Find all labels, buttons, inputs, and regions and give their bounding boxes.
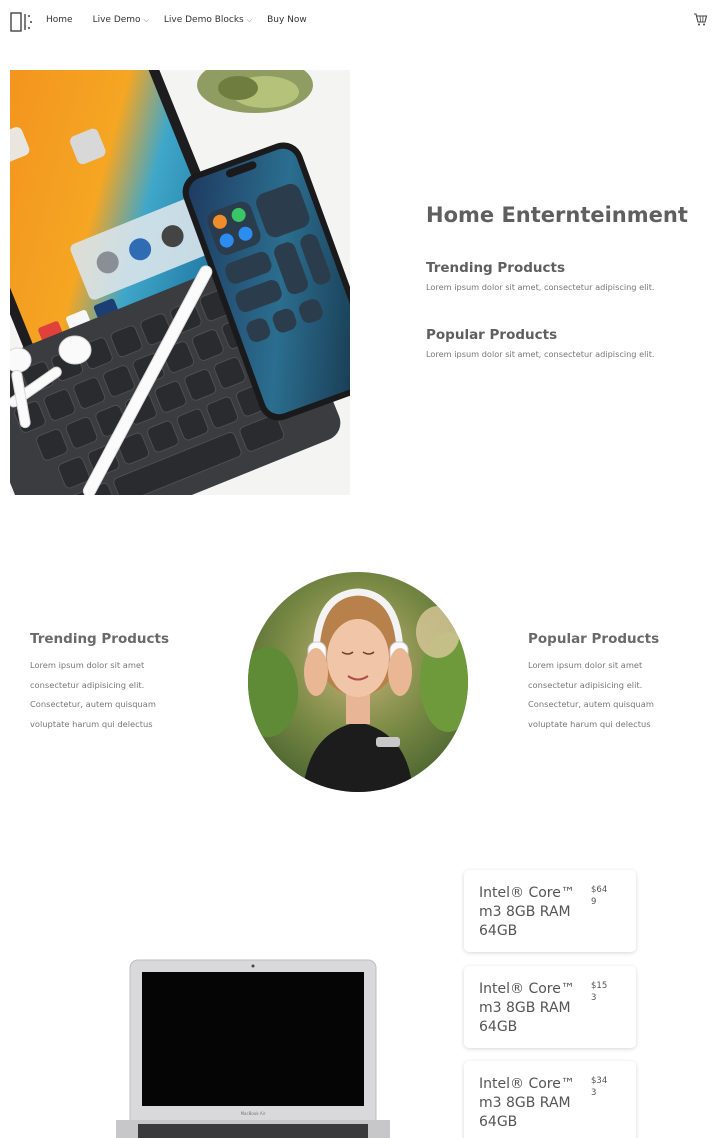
text-line: Consectetur, autem quisquam	[30, 699, 156, 709]
hero-title: Home Enternteinment	[426, 203, 688, 227]
feature-text: Lorem ipsum dolor sit amet, consectetur …	[426, 349, 655, 359]
text-line: Consectetur, autem quisquam	[528, 699, 654, 709]
text-line: consectetur adipisicing elit.	[30, 679, 145, 690]
chevron-down-icon: ⌵	[143, 15, 149, 24]
nav-buy-now-label: Buy Now	[267, 15, 307, 25]
logo-icon[interactable]	[10, 12, 34, 32]
product-card[interactable]: Intel® Core™ m3 8GB RAM 64GB $649	[464, 870, 636, 952]
showcase-left-title: Trending Products	[30, 631, 170, 647]
product-name: Intel® Core™ m3 8GB RAM 64GB	[479, 1076, 575, 1130]
text-line: consectetur adipisicing elit.	[528, 679, 643, 690]
showcase-right-title: Popular Products	[528, 631, 660, 647]
text-line: Lorem ipsum dolor sit amet	[30, 660, 145, 670]
product-card[interactable]: Intel® Core™ m3 8GB RAM 64GB $153	[464, 966, 636, 1048]
laptop-image: MacBook Air	[116, 958, 390, 1138]
nav-live-demo-blocks[interactable]: Live Demo Blocks ⌵	[164, 15, 252, 25]
text-line: Lorem ipsum dolor sit amet	[528, 660, 643, 670]
showcase-right-text: Lorem ipsum dolor sit amet consectetur a…	[528, 656, 698, 734]
nav-buy-now[interactable]: Buy Now	[267, 15, 307, 25]
text-line: voluptate harum qui delectus	[528, 718, 651, 729]
nav-home[interactable]: Home	[46, 15, 73, 25]
feature-title: Popular Products	[426, 327, 558, 343]
product-price: $343	[591, 1076, 608, 1098]
nav-home-label: Home	[46, 15, 73, 25]
showcase-left-text: Lorem ipsum dolor sit amet consectetur a…	[30, 656, 200, 734]
woman-headphones-image	[248, 572, 468, 792]
nav-live-demo-label: Live Demo	[92, 15, 141, 25]
hero-feature-popular: Popular Products Lorem ipsum dolor sit a…	[426, 327, 706, 359]
product-card[interactable]: Intel® Core™ m3 8GB RAM 64GB $343	[464, 1061, 636, 1138]
product-price: $649	[591, 885, 608, 907]
hero-feature-trending: Trending Products Lorem ipsum dolor sit …	[426, 260, 706, 292]
chevron-down-icon: ⌵	[246, 15, 253, 24]
showcase-right: Popular Products Lorem ipsum dolor sit a…	[528, 631, 698, 734]
site-header: Home Live Demo ⌵ Live Demo Blocks ⌵ Buy No…	[0, 0, 718, 42]
product-price: $153	[591, 981, 608, 1003]
cart-icon[interactable]	[693, 12, 708, 27]
product-name: Intel® Core™ m3 8GB RAM 64GB	[479, 981, 575, 1035]
text-line: voluptate harum qui delectus	[30, 718, 153, 729]
hero-devices-image	[10, 70, 350, 495]
main-nav: Home Live Demo ⌵ Live Demo Blocks ⌵ Buy No…	[46, 15, 327, 25]
nav-live-demo[interactable]: Live Demo ⌵	[93, 15, 149, 25]
product-name: Intel® Core™ m3 8GB RAM 64GB	[479, 885, 575, 939]
laptop-brand-label: MacBook Air	[241, 1111, 266, 1116]
feature-title: Trending Products	[426, 260, 566, 276]
nav-live-demo-blocks-label: Live Demo Blocks	[163, 15, 244, 25]
showcase-left: Trending Products Lorem ipsum dolor sit …	[30, 631, 200, 734]
feature-text: Lorem ipsum dolor sit amet, consectetur …	[426, 282, 655, 292]
